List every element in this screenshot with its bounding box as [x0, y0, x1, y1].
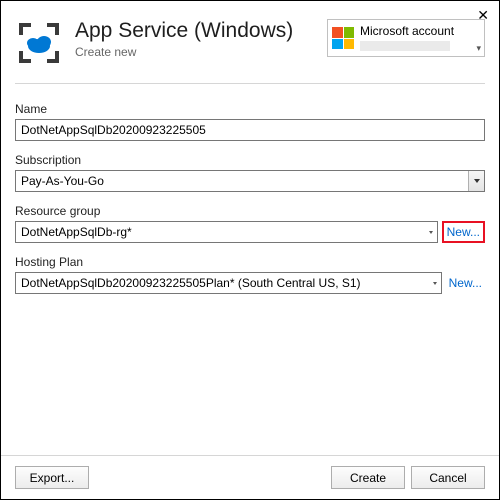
- dialog-subtitle: Create new: [75, 45, 327, 59]
- resource-group-label: Resource group: [15, 204, 485, 218]
- hosting-plan-new-link[interactable]: New...: [446, 274, 485, 292]
- chevron-down-icon[interactable]: [430, 273, 441, 293]
- create-button[interactable]: Create: [331, 466, 405, 489]
- dialog-title: App Service (Windows): [75, 19, 327, 43]
- chevron-down-icon[interactable]: [468, 171, 484, 191]
- dialog-header: App Service (Windows) Create new Microso…: [1, 1, 499, 77]
- account-selector[interactable]: Microsoft account ▾: [327, 19, 485, 57]
- name-label: Name: [15, 102, 485, 116]
- hosting-plan-label: Hosting Plan: [15, 255, 485, 269]
- chevron-down-icon[interactable]: [426, 222, 437, 242]
- subscription-label: Subscription: [15, 153, 485, 167]
- form-body: Name Subscription Pay-As-You-Go Resource…: [1, 84, 499, 294]
- dialog-footer: Export... Create Cancel: [1, 455, 499, 499]
- resource-group-new-link[interactable]: New...: [442, 221, 485, 243]
- hosting-plan-value: DotNetAppSqlDb20200923225505Plan* (South…: [16, 276, 430, 290]
- account-label: Microsoft account: [360, 25, 454, 38]
- app-service-icon: [15, 19, 63, 67]
- export-button[interactable]: Export...: [15, 466, 89, 489]
- cancel-button[interactable]: Cancel: [411, 466, 485, 489]
- resource-group-value: DotNetAppSqlDb-rg*: [16, 225, 426, 239]
- subscription-dropdown[interactable]: Pay-As-You-Go: [15, 170, 485, 192]
- chevron-down-icon: ▾: [476, 43, 481, 54]
- resource-group-dropdown[interactable]: DotNetAppSqlDb-rg*: [15, 221, 438, 243]
- subscription-value: Pay-As-You-Go: [16, 174, 468, 188]
- microsoft-logo-icon: [332, 27, 354, 49]
- account-email-redacted: [360, 41, 450, 51]
- hosting-plan-dropdown[interactable]: DotNetAppSqlDb20200923225505Plan* (South…: [15, 272, 442, 294]
- name-input[interactable]: [15, 119, 485, 141]
